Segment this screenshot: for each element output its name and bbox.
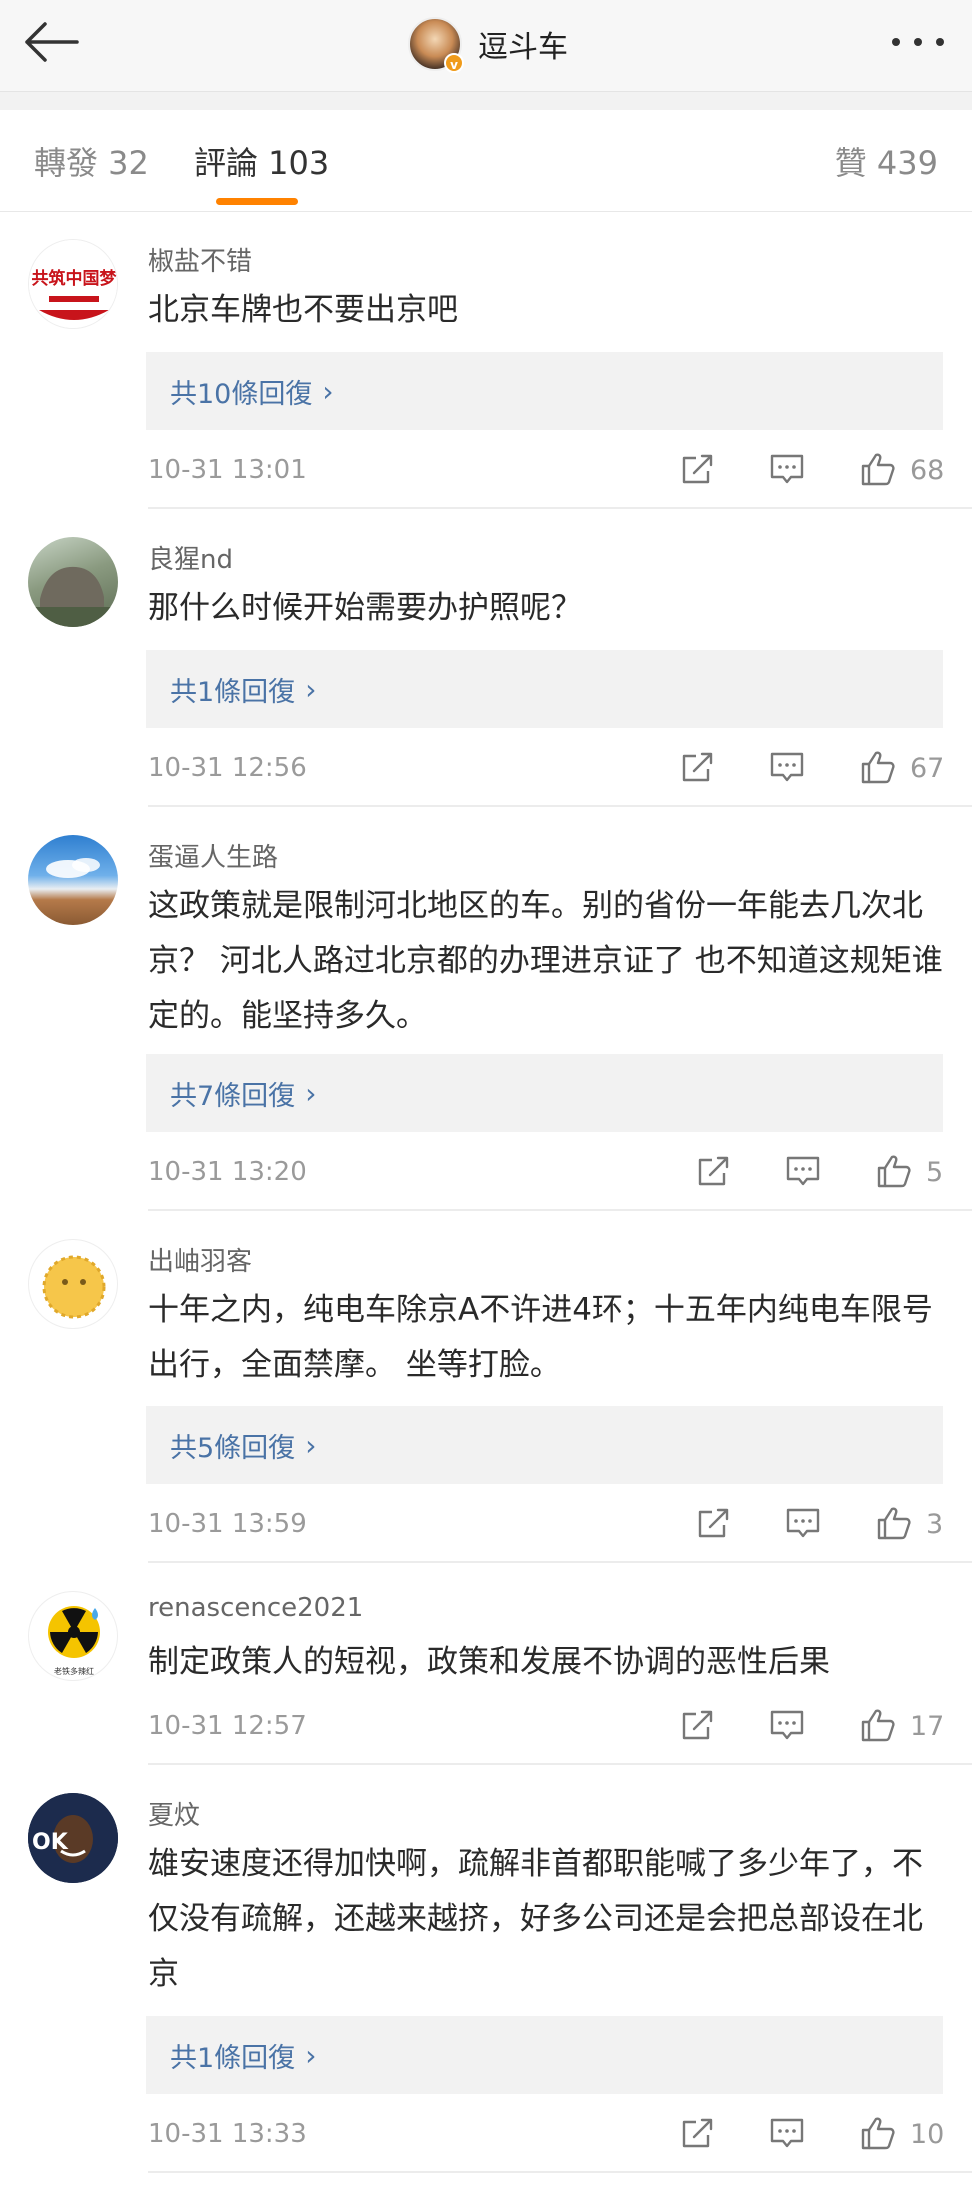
- divider: [148, 1209, 972, 1211]
- comment-time: 10-31 12:57: [148, 1711, 307, 1741]
- active-tab-indicator: [216, 198, 298, 205]
- like-count: 68: [910, 455, 945, 486]
- replies-label: 共5條回復: [170, 1432, 296, 1464]
- divider: [148, 2171, 972, 2173]
- username[interactable]: 蛋逼人生路: [148, 837, 278, 874]
- username[interactable]: 出岫羽客: [148, 1241, 252, 1278]
- back-arrow-icon: [25, 22, 79, 62]
- like-count: 5: [926, 1157, 944, 1188]
- replies-link[interactable]: 共1條回復 ›: [146, 2016, 943, 2094]
- thumbs-up-icon[interactable]: [858, 2113, 898, 2153]
- replies-link[interactable]: 共5條回復 ›: [146, 1406, 943, 1484]
- chevron-right-icon: ›: [305, 1428, 317, 1462]
- user-avatar[interactable]: 共筑中国梦: [28, 239, 118, 329]
- avatar-image: 共筑中国梦: [29, 240, 118, 328]
- divider: [148, 1561, 972, 1563]
- user-avatar[interactable]: 老铁多辣红: [28, 1591, 118, 1681]
- like-count: 10: [910, 2119, 945, 2150]
- replies-label: 共1條回復: [170, 2042, 296, 2074]
- header-gap: [0, 92, 972, 110]
- thumbs-up-icon[interactable]: [874, 1151, 914, 1191]
- svg-text:共筑中国梦: 共筑中国梦: [32, 268, 118, 289]
- more-button[interactable]: [886, 22, 950, 62]
- comment-time: 10-31 13:33: [148, 2119, 307, 2149]
- back-button[interactable]: [18, 14, 84, 70]
- tab-likes[interactable]: 贊 439: [835, 138, 938, 184]
- thumbs-up-icon[interactable]: [858, 747, 898, 787]
- tab-repost[interactable]: 轉發 32: [34, 138, 149, 184]
- comment-time: 10-31 13:01: [148, 455, 307, 485]
- chevron-right-icon: ›: [305, 1076, 317, 1110]
- chevron-right-icon: ›: [322, 374, 334, 408]
- comment-icon[interactable]: [783, 1503, 823, 1543]
- comment-icon[interactable]: [783, 1151, 823, 1191]
- top-bar: v 逗斗车: [0, 0, 972, 92]
- username[interactable]: 夏炆: [148, 1795, 200, 1832]
- divider: [148, 507, 972, 509]
- svg-text:OK: OK: [32, 1830, 69, 1855]
- svg-text:老铁多辣红: 老铁多辣红: [54, 1666, 94, 1676]
- chevron-right-icon: ›: [305, 2038, 317, 2072]
- replies-link[interactable]: 共10條回復 ›: [146, 352, 943, 430]
- share-icon[interactable]: [678, 1705, 718, 1745]
- more-dot: [936, 38, 944, 46]
- comment-icon[interactable]: [767, 1705, 807, 1745]
- share-icon[interactable]: [678, 2113, 718, 2153]
- comment-time: 10-31 12:56: [148, 753, 307, 783]
- comment-icon[interactable]: [767, 2113, 807, 2153]
- username[interactable]: 椒盐不错: [148, 241, 252, 278]
- share-icon[interactable]: [694, 1503, 734, 1543]
- chevron-right-icon: ›: [305, 672, 317, 706]
- user-avatar[interactable]: [28, 1239, 118, 1329]
- avatar-image: [42, 1255, 106, 1319]
- share-icon[interactable]: [678, 449, 718, 489]
- like-count: 3: [926, 1509, 944, 1540]
- thumbs-up-icon[interactable]: [858, 449, 898, 489]
- more-dot: [892, 38, 900, 46]
- avatar-image: 老铁多辣红: [48, 1606, 100, 1676]
- more-dot: [914, 38, 922, 46]
- avatar-image: OK: [28, 1793, 118, 1883]
- comment-time: 10-31 13:59: [148, 1509, 307, 1539]
- avatar-image: [28, 566, 118, 627]
- divider: [148, 805, 972, 807]
- account-avatar: v: [408, 17, 464, 73]
- avatar-image: [46, 858, 100, 878]
- comment-text: 十年之内，纯电车除京A不许进4环；十五年内纯电车限号出行，全面禁摩。 坐等打脸。: [148, 1292, 933, 1383]
- replies-link[interactable]: 共7條回復 ›: [146, 1054, 943, 1132]
- username[interactable]: renascence2021: [148, 1593, 363, 1623]
- replies-link[interactable]: 共1條回復 ›: [146, 650, 943, 728]
- comment-text: 那什么时候开始需要办护照呢？: [148, 590, 582, 626]
- comment-text: 这政策就是限制河北地区的车。别的省份一年能去几次北京？ 河北人路过北京都的办理进…: [148, 888, 943, 1034]
- like-count: 17: [910, 1711, 945, 1742]
- share-icon[interactable]: [678, 747, 718, 787]
- thumbs-up-icon[interactable]: [858, 1705, 898, 1745]
- comment-text: 制定政策人的短视，政策和发展不协调的恶性后果: [148, 1644, 830, 1680]
- share-icon[interactable]: [694, 1151, 734, 1191]
- verified-badge: v: [444, 53, 464, 73]
- replies-label: 共1條回復: [170, 676, 296, 708]
- user-avatar[interactable]: [28, 537, 118, 627]
- replies-label: 共10條回復: [170, 378, 313, 410]
- comment-icon[interactable]: [767, 449, 807, 489]
- comment-text: 北京车牌也不要出京吧: [148, 292, 458, 328]
- user-avatar[interactable]: [28, 835, 118, 925]
- tab-bar: 轉發 32 評論 103 贊 439: [0, 110, 972, 212]
- comment-time: 10-31 13:20: [148, 1157, 307, 1187]
- user-avatar[interactable]: OK: [28, 1793, 118, 1883]
- username[interactable]: 良猩nd: [148, 539, 233, 576]
- comment-icon[interactable]: [767, 747, 807, 787]
- divider: [148, 1763, 972, 1765]
- replies-label: 共7條回復: [170, 1080, 296, 1112]
- account-title[interactable]: v 逗斗车: [408, 12, 568, 76]
- account-name: 逗斗车: [478, 30, 568, 65]
- tab-comments[interactable]: 評論 103: [194, 138, 329, 184]
- like-count: 67: [910, 753, 945, 784]
- thumbs-up-icon[interactable]: [874, 1503, 914, 1543]
- comment-text: 雄安速度还得加快啊，疏解非首都职能喊了多少年了，不仅没有疏解，还越来越挤，好多公…: [148, 1846, 923, 1992]
